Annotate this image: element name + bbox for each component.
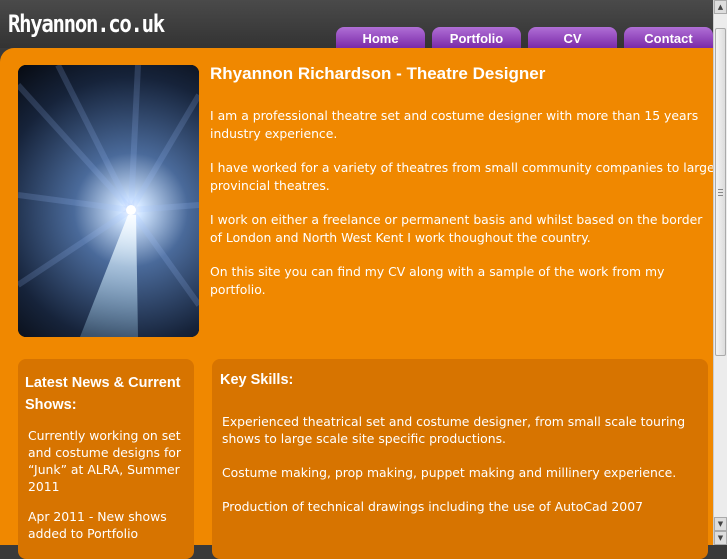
skills-panel: Key Skills: Experienced theatrical set a… <box>212 359 708 559</box>
skill-item: Costume making, prop making, puppet maki… <box>222 465 677 480</box>
intro-text: I am a professional theatre set and cost… <box>210 107 715 315</box>
skills-list: Experienced theatrical set and costume d… <box>222 413 702 532</box>
news-item: Currently working on set and costume des… <box>28 428 181 494</box>
intro-paragraph: On this site you can find my CV along wi… <box>210 264 665 297</box>
vertical-scrollbar[interactable]: ▲ ▼ ▼ <box>713 0 727 545</box>
intro-paragraph: I am a professional theatre set and cost… <box>210 108 699 141</box>
header-bar: Rhyannon.co.uk Home Portfolio CV Contact <box>0 0 713 48</box>
site-logo[interactable]: Rhyannon.co.uk <box>8 10 165 38</box>
news-panel: Latest News & Current Shows: Currently w… <box>18 359 194 559</box>
news-list: Currently working on set and costume des… <box>28 427 188 555</box>
news-item: Apr 2011 - New shows added to Portfolio <box>28 509 167 541</box>
intro-paragraph: I work on either a freelance or permanen… <box>210 212 703 245</box>
page-title: Rhyannon Richardson - Theatre Designer <box>210 64 546 83</box>
stage-light-image <box>18 65 199 337</box>
skill-item: Production of technical drawings includi… <box>222 499 643 514</box>
stage-light-graphic <box>18 65 199 337</box>
main-content: Rhyannon Richardson - Theatre Designer I… <box>0 48 715 559</box>
news-title: Latest News & Current Shows: <box>25 375 181 413</box>
nav-portfolio[interactable]: Portfolio <box>432 27 521 48</box>
skill-item: Experienced theatrical set and costume d… <box>222 414 686 446</box>
nav-contact[interactable]: Contact <box>624 27 713 48</box>
scroll-up-button[interactable]: ▲ <box>714 0 727 14</box>
scroll-down-button-2[interactable]: ▼ <box>714 531 727 545</box>
nav-cv[interactable]: CV <box>528 27 617 48</box>
intro-paragraph: I have worked for a variety of theatres … <box>210 160 715 193</box>
skills-title: Key Skills: <box>220 372 294 388</box>
scrollbar-thumb[interactable] <box>715 28 726 356</box>
nav-home[interactable]: Home <box>336 27 425 48</box>
scroll-down-button[interactable]: ▼ <box>714 517 727 531</box>
